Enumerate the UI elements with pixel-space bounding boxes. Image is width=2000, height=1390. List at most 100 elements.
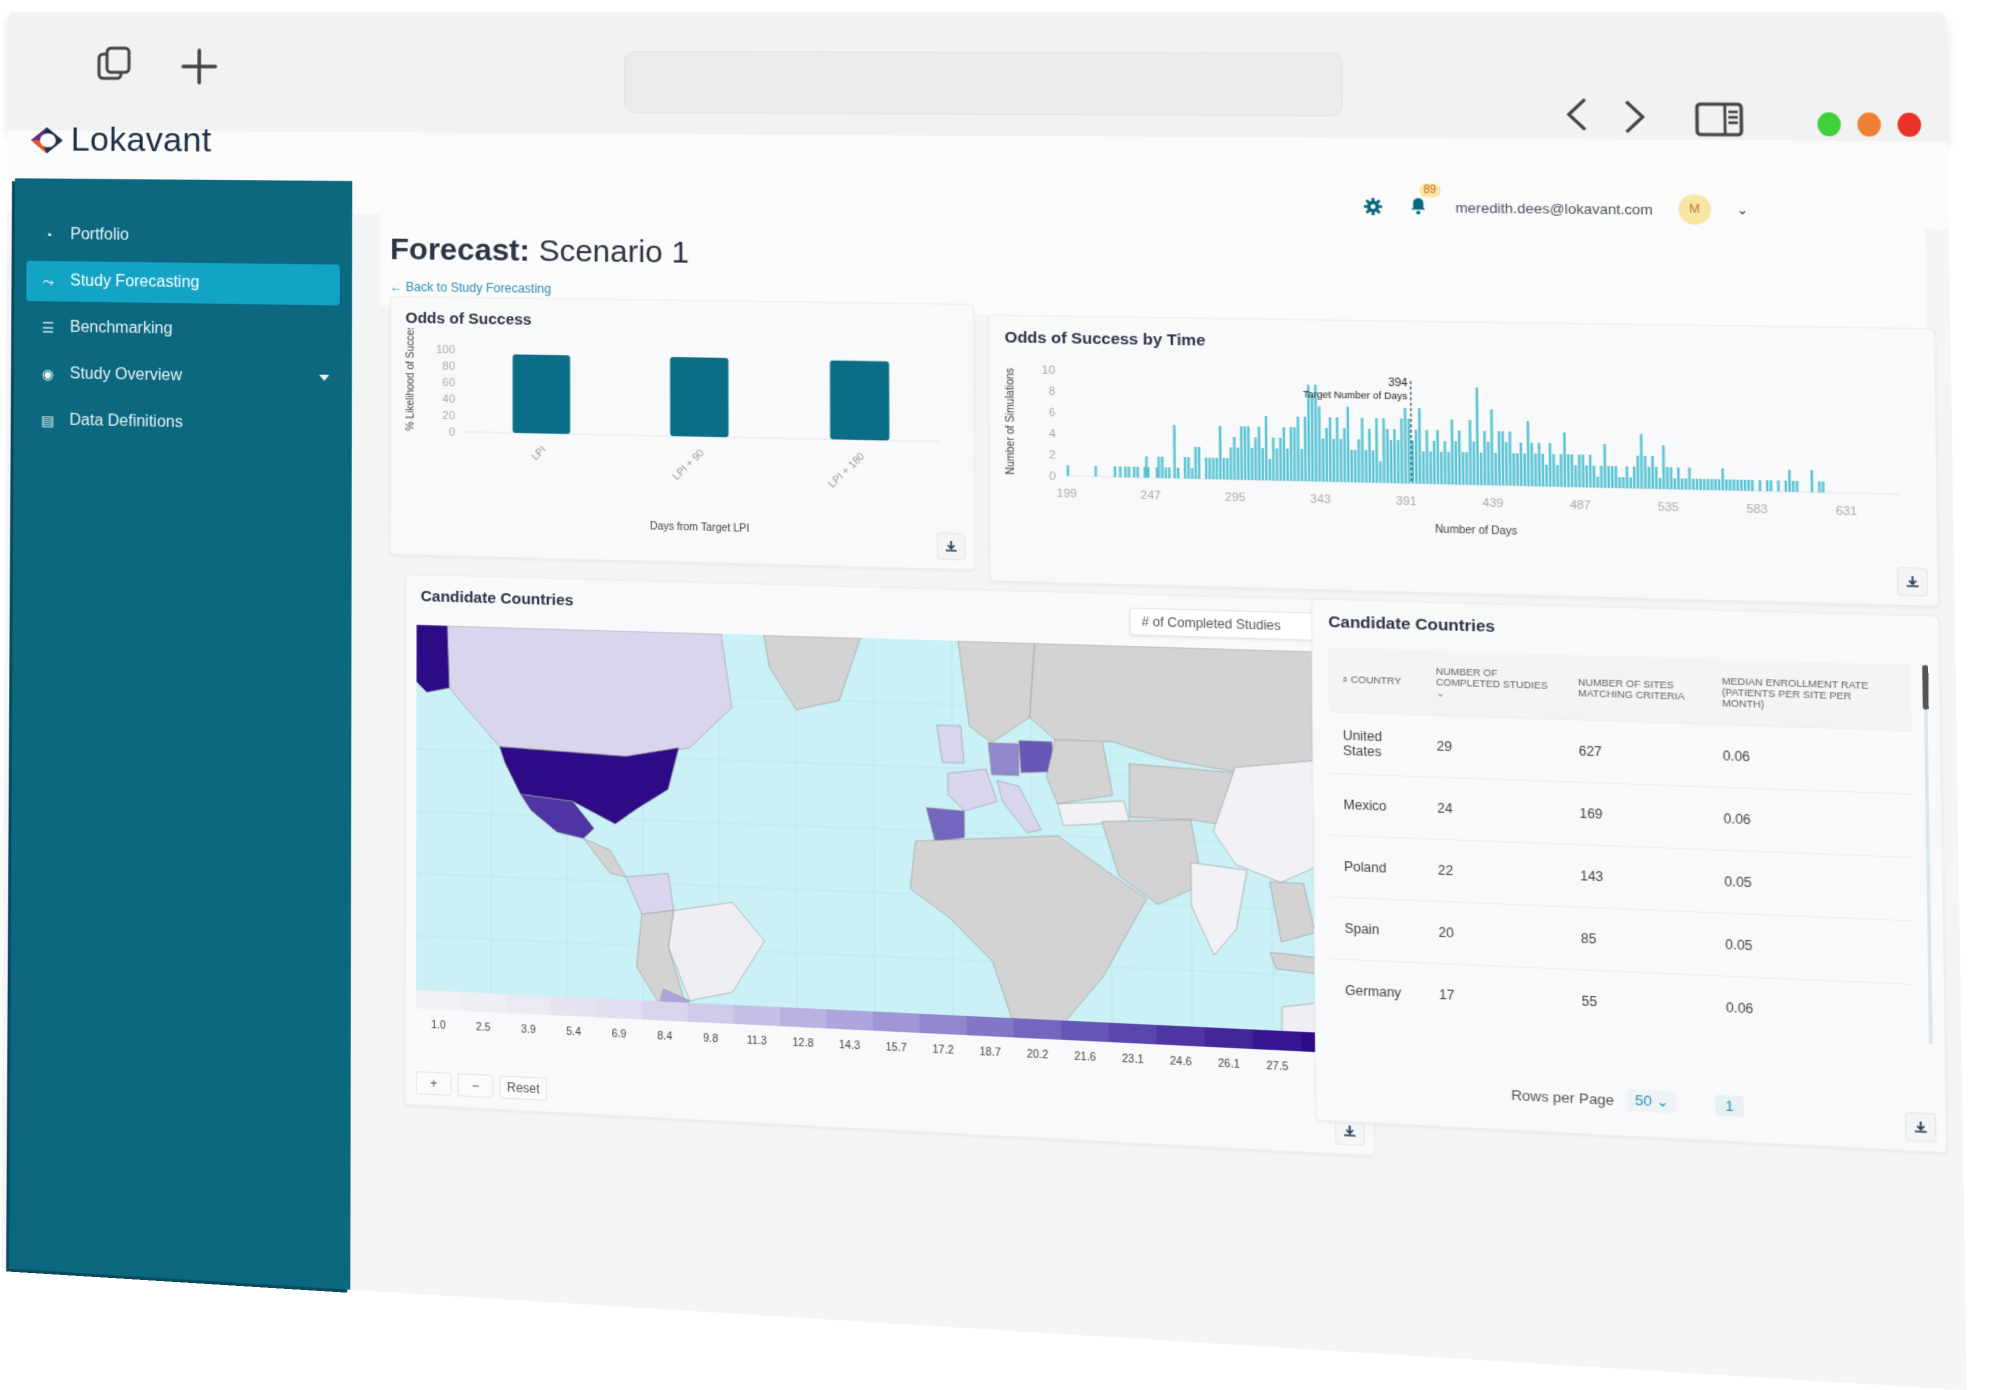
window-minimize-button[interactable] xyxy=(1857,112,1881,136)
zoom-out-button[interactable]: − xyxy=(458,1073,494,1098)
notifications-button[interactable]: 89 xyxy=(1408,196,1431,218)
column-header-label: Country xyxy=(1351,674,1401,686)
sidebar-item-data-definitions[interactable]: ▤Data Definitions xyxy=(26,400,340,447)
user-menu-chevron-icon[interactable]: ⌄ xyxy=(1736,202,1748,217)
download-button[interactable] xyxy=(937,532,965,560)
download-button[interactable] xyxy=(1905,1112,1937,1143)
search-icon[interactable]: ⌕ xyxy=(1342,674,1351,685)
legend-tick-label: 5.4 xyxy=(566,1026,581,1038)
sidebar: ◔Portfolio⤳Study Forecasting☰Benchmarkin… xyxy=(9,178,352,1289)
histogram-bar xyxy=(1157,457,1160,478)
legend-tick-label: 2.5 xyxy=(476,1022,491,1034)
country-germany xyxy=(988,743,1019,776)
y-tick-label: 4 xyxy=(1049,428,1056,441)
app-page: Lokavant 89 meredith.dees@lokavant.com M… xyxy=(1,130,1967,1390)
table-cell: 0.06 xyxy=(1711,976,1916,1044)
y-tick-label: 20 xyxy=(442,410,455,423)
histogram-bar xyxy=(1523,453,1526,486)
histogram-bar xyxy=(1400,419,1403,484)
table-cell: 169 xyxy=(1565,782,1710,850)
sidebar-item-benchmarking[interactable]: ☰Benchmarking xyxy=(26,307,340,352)
country-alaska xyxy=(416,625,449,693)
histogram-bar xyxy=(1785,481,1788,492)
sidebar-toggle-icon[interactable] xyxy=(1695,101,1744,138)
histogram-bar xyxy=(1332,439,1335,482)
table-scrollbar-thumb[interactable] xyxy=(1922,665,1929,710)
odds-by-time-chart: 0246810199247295343391439487535583631394… xyxy=(989,347,1937,594)
histogram-bar xyxy=(1648,467,1651,489)
window-maximize-button[interactable] xyxy=(1817,112,1841,136)
histogram-bar xyxy=(1119,466,1121,477)
histogram-bar xyxy=(1226,458,1229,479)
histogram-bar xyxy=(1810,470,1813,492)
table-cell: 22 xyxy=(1424,839,1567,907)
histogram-bar xyxy=(1205,458,1208,479)
page-button-1[interactable]: 1 xyxy=(1716,1094,1744,1116)
histogram-bar xyxy=(1688,468,1691,490)
sidebar-item-study-overview[interactable]: ◉Study Overview xyxy=(26,353,340,399)
histogram-bar xyxy=(1372,450,1375,482)
sort-chevron-icon[interactable]: ⌄ xyxy=(1436,688,1445,699)
forward-arrow-icon[interactable] xyxy=(1619,98,1649,135)
column-header-1[interactable]: Number of Completed Studies ⌄ xyxy=(1422,650,1564,719)
sidebar-item-study-forecasting[interactable]: ⤳Study Forecasting xyxy=(26,261,340,306)
column-header-3[interactable]: Median Enrollment Rate (Patients per Sit… xyxy=(1707,659,1911,731)
histogram-bar xyxy=(1822,481,1825,492)
histogram-bar xyxy=(1744,480,1747,491)
histogram-bar xyxy=(1212,458,1215,479)
histogram-bar xyxy=(1304,417,1307,481)
lokavant-logo[interactable]: Lokavant xyxy=(29,120,212,160)
histogram-bar xyxy=(1659,478,1662,489)
header-actions: 89 meredith.dees@lokavant.com M ⌄ xyxy=(1362,191,1748,225)
new-tab-icon[interactable] xyxy=(179,46,219,87)
country-uk xyxy=(937,725,964,763)
histogram-bar xyxy=(1501,431,1504,485)
histogram-bar xyxy=(1311,395,1314,481)
table-scrollbar[interactable] xyxy=(1923,665,1932,1044)
histogram-bar xyxy=(1766,480,1769,491)
histogram-bar xyxy=(1696,479,1699,490)
reset-zoom-button[interactable]: Reset xyxy=(500,1075,548,1101)
histogram-bar xyxy=(1560,454,1563,487)
x-tick-label: 391 xyxy=(1396,495,1417,509)
country-se-asia xyxy=(1270,882,1316,943)
user-avatar[interactable]: M xyxy=(1678,194,1711,225)
histogram-bar xyxy=(1692,479,1695,490)
column-header-2[interactable]: Number of Sites Matching Criteria xyxy=(1564,654,1708,724)
histogram-bar xyxy=(1545,465,1548,487)
caret-down-icon[interactable] xyxy=(319,375,329,381)
legend-swatch xyxy=(642,1001,688,1022)
histogram-bar xyxy=(1343,428,1346,482)
histogram-bar xyxy=(1541,454,1544,487)
logo-mark-icon xyxy=(29,125,65,155)
y-tick-label: 10 xyxy=(1042,364,1055,377)
histogram-bar xyxy=(1244,426,1247,480)
rows-per-page-select[interactable]: 50 ⌄ xyxy=(1628,1089,1676,1113)
window-close-button[interactable] xyxy=(1897,113,1921,137)
sidebar-item-portfolio[interactable]: ◔Portfolio xyxy=(26,215,339,259)
address-bar[interactable] xyxy=(624,51,1343,116)
histogram-bar xyxy=(1618,477,1621,488)
zoom-in-button[interactable]: + xyxy=(416,1071,451,1096)
x-tick-label: 295 xyxy=(1225,491,1246,504)
histogram-bar xyxy=(1465,452,1468,485)
histogram-bar xyxy=(1666,467,1669,489)
column-header-0[interactable]: ⌕ Country xyxy=(1329,648,1423,715)
settings-gear-icon[interactable] xyxy=(1363,197,1383,216)
world-map[interactable] xyxy=(416,625,1350,1043)
odds-by-time-title: Odds of Success by Time xyxy=(1005,329,1206,350)
histogram-bar xyxy=(1636,456,1639,489)
download-button[interactable] xyxy=(1897,567,1928,597)
histogram-bar xyxy=(1596,477,1599,488)
histogram-bar xyxy=(1346,407,1349,482)
table-cell: 627 xyxy=(1564,719,1708,786)
country-scandinavia xyxy=(958,641,1035,744)
x-tick-label: LPI xyxy=(530,444,549,463)
back-arrow-icon[interactable] xyxy=(1562,96,1592,133)
table-cell: United States xyxy=(1329,712,1423,777)
tabs-overview-icon[interactable] xyxy=(95,44,135,84)
histogram-bar xyxy=(1375,418,1378,483)
user-email[interactable]: meredith.dees@lokavant.com xyxy=(1455,199,1653,217)
back-to-study-forecasting-link[interactable]: ← Back to Study Forecasting xyxy=(390,280,551,297)
histogram-bar xyxy=(1447,452,1450,484)
